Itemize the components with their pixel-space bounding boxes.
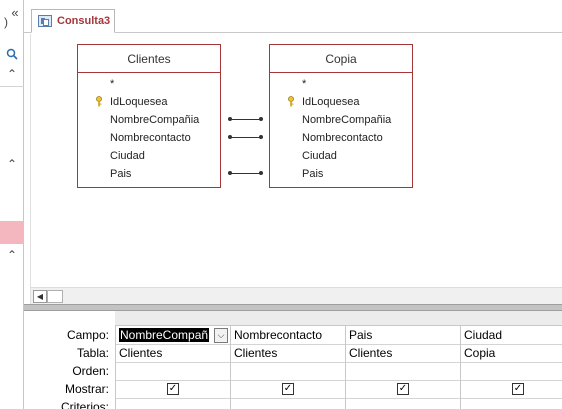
- field-nombrecontacto[interactable]: Nombrecontacto: [302, 132, 383, 144]
- field-ciudad[interactable]: Ciudad: [110, 150, 145, 162]
- collapse-up-icon[interactable]: ⌃: [0, 154, 24, 174]
- search-icon[interactable]: [0, 44, 24, 64]
- nav-divider: [0, 86, 24, 87]
- grid-row-divider: [115, 398, 562, 399]
- campo-selected-value[interactable]: NombreCompañ: [119, 328, 210, 342]
- row-label-orden: Orden:: [72, 364, 109, 378]
- grid-column-divider: [115, 326, 116, 409]
- collapse-left-icon[interactable]: «: [6, 2, 24, 22]
- join-line-nombrecompania[interactable]: [228, 117, 263, 121]
- join-line-nombrecontacto[interactable]: [228, 135, 263, 139]
- table-box-clientes[interactable]: Clientes * IdLoquesea NombreCompañia Nom…: [77, 44, 221, 188]
- navigation-pane-collapsed: ) « ⌃ ⌃ ⌃: [0, 0, 24, 409]
- grid-column-divider: [345, 326, 346, 409]
- mostrar-checkbox[interactable]: ✓: [282, 383, 294, 395]
- nav-selected-group[interactable]: [0, 221, 24, 244]
- field-idloquesea[interactable]: IdLoquesea: [110, 96, 168, 108]
- field-all[interactable]: *: [302, 78, 306, 90]
- collapse-up-icon[interactable]: ⌃: [0, 245, 24, 265]
- table-box-copia[interactable]: Copia * IdLoquesea NombreCompañia Nombre…: [269, 44, 413, 188]
- collapse-up-icon[interactable]: ⌃: [0, 64, 24, 84]
- design-area-edge: [24, 34, 31, 304]
- grid-row-divider: [115, 344, 562, 345]
- field-pais[interactable]: Pais: [302, 168, 323, 180]
- field-nombrecompania[interactable]: NombreCompañia: [302, 114, 391, 126]
- row-label-criterios: Criterios:: [60, 400, 109, 409]
- join-line-pais[interactable]: [228, 171, 263, 175]
- field-nombrecontacto[interactable]: Nombrecontacto: [110, 132, 191, 144]
- query-design-grid: Campo: Tabla: Orden: Mostrar: Criterios:…: [31, 311, 562, 409]
- field-nombrecompania[interactable]: NombreCompañia: [110, 114, 199, 126]
- tab-label: Consulta3: [57, 15, 111, 27]
- tabla-cell[interactable]: Clientes: [349, 346, 457, 360]
- row-label-campo: Campo:: [66, 328, 109, 342]
- tabla-cell[interactable]: Clientes: [234, 346, 342, 360]
- campo-cell[interactable]: NombreCompañ: [119, 328, 213, 342]
- field-pais[interactable]: Pais: [110, 168, 131, 180]
- campo-cell[interactable]: Ciudad: [464, 328, 560, 342]
- design-horizontal-scrollbar[interactable]: ◀: [31, 287, 562, 304]
- primary-key-icon: [287, 96, 295, 107]
- scroll-left-icon[interactable]: ◀: [33, 290, 47, 303]
- table-title[interactable]: Copia: [270, 45, 412, 73]
- chevron-down-icon[interactable]: ⌵: [214, 328, 228, 343]
- mostrar-checkbox[interactable]: ✓: [167, 383, 179, 395]
- row-label-mostrar: Mostrar:: [64, 382, 109, 396]
- query-icon: [38, 15, 52, 27]
- campo-cell[interactable]: Nombrecontacto: [234, 328, 342, 342]
- grid-column-divider: [230, 326, 231, 409]
- scroll-thumb[interactable]: [47, 290, 63, 303]
- column-selector-row[interactable]: [115, 311, 562, 326]
- query-design-surface: Clientes * IdLoquesea NombreCompañia Nom…: [31, 34, 562, 287]
- tabla-cell[interactable]: Clientes: [119, 346, 227, 360]
- tabla-cell[interactable]: Copia: [464, 346, 560, 360]
- grid-column-divider: [460, 326, 461, 409]
- grid-row-divider: [115, 362, 562, 363]
- grid-row-divider: [115, 380, 562, 381]
- campo-cell[interactable]: Pais: [349, 328, 457, 342]
- tab-consulta3[interactable]: Consulta3: [31, 9, 115, 33]
- document-tab-strip: Consulta3: [24, 0, 562, 33]
- table-title[interactable]: Clientes: [78, 45, 220, 73]
- mostrar-checkbox[interactable]: ✓: [397, 383, 409, 395]
- field-ciudad[interactable]: Ciudad: [302, 150, 337, 162]
- pane-splitter[interactable]: [24, 304, 562, 311]
- primary-key-icon: [95, 96, 103, 107]
- row-label-tabla: Tabla:: [76, 346, 109, 360]
- field-idloquesea[interactable]: IdLoquesea: [302, 96, 360, 108]
- field-all[interactable]: *: [110, 78, 114, 90]
- mostrar-checkbox[interactable]: ✓: [512, 383, 524, 395]
